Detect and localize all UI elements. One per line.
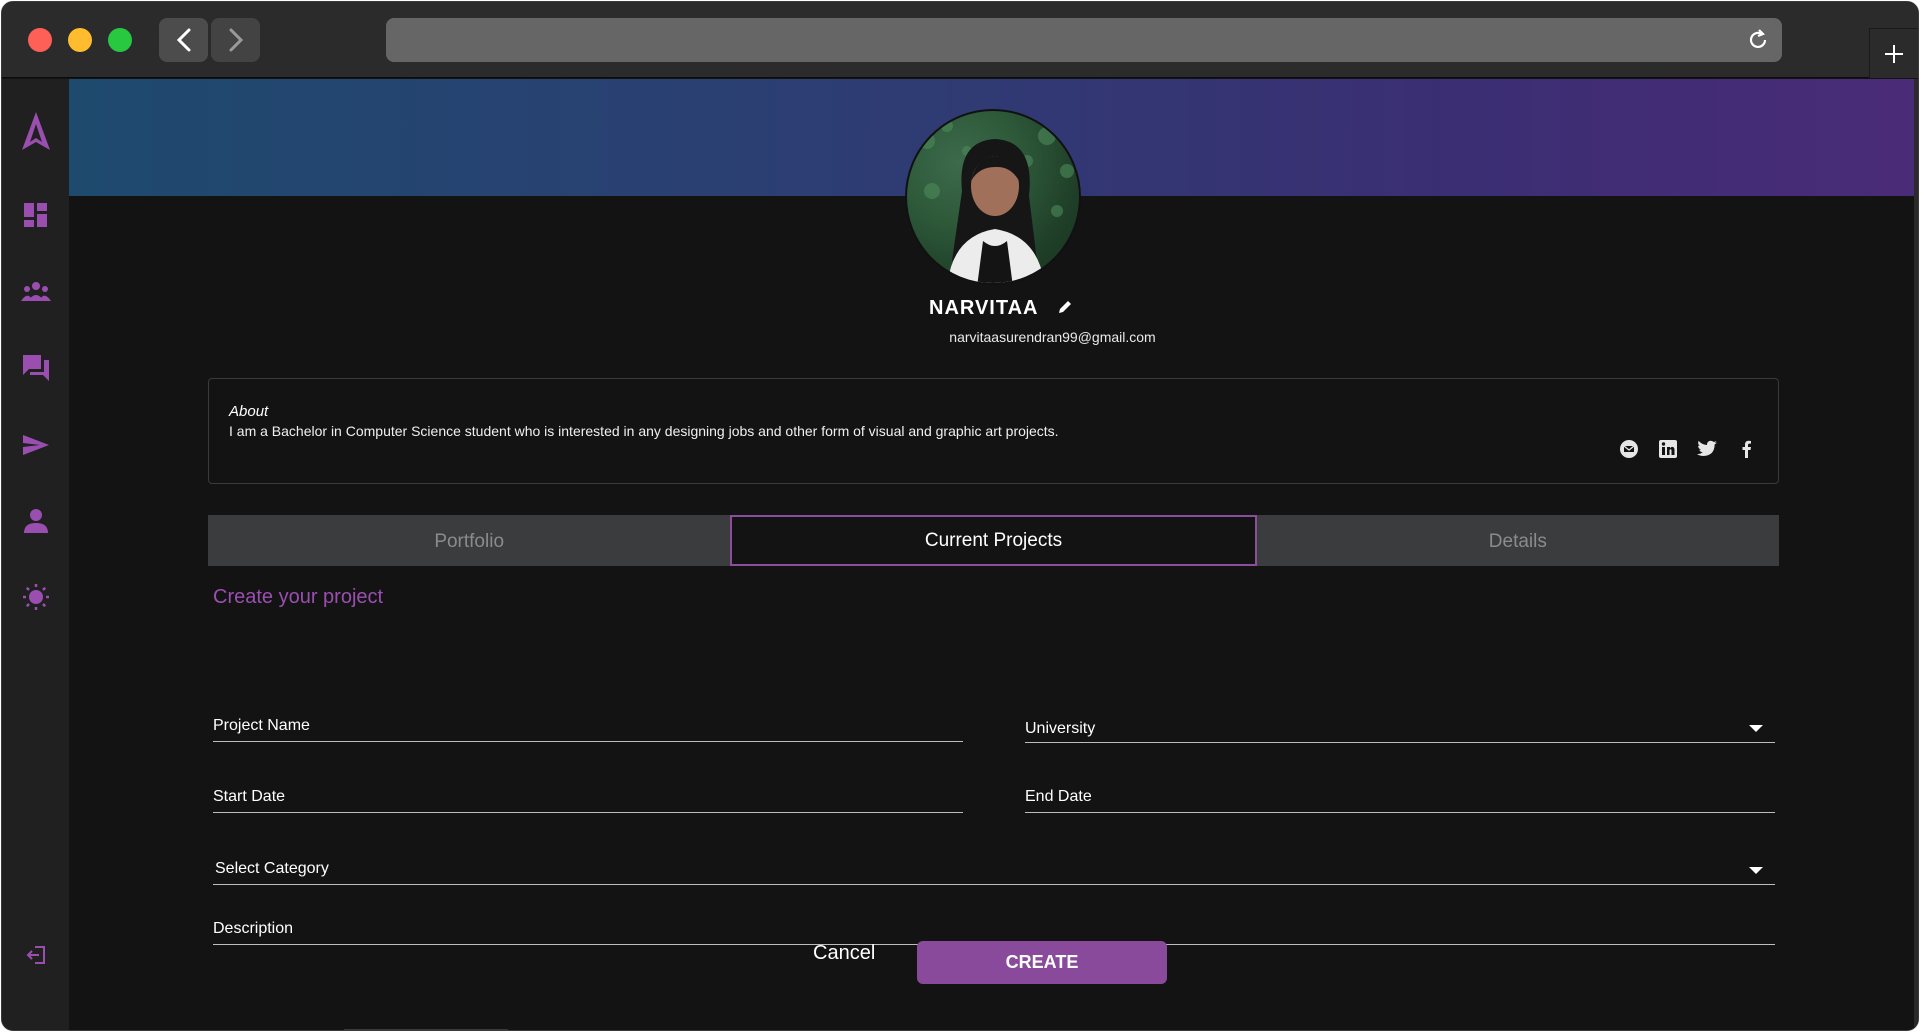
logout-icon[interactable] (20, 939, 52, 971)
chevron-right-icon (229, 28, 243, 52)
linkedin-icon[interactable] (1656, 437, 1680, 461)
chat-icon[interactable] (20, 352, 52, 384)
about-text: I am a Bachelor in Computer Science stud… (229, 423, 1059, 439)
university-label: University (1025, 720, 1096, 737)
about-title: About (229, 403, 269, 420)
minimize-window-button[interactable] (68, 28, 92, 52)
forward-button[interactable] (211, 18, 260, 62)
address-bar[interactable] (386, 18, 1782, 62)
sidebar (2, 79, 69, 1030)
send-icon[interactable] (20, 429, 52, 461)
description-label: Description (213, 920, 294, 937)
dashboard-icon[interactable] (20, 199, 52, 231)
end-date-field[interactable]: End Date (1025, 783, 1775, 813)
edit-pencil-icon[interactable] (1057, 299, 1073, 320)
tab-portfolio[interactable]: Portfolio (208, 515, 731, 566)
start-date-field[interactable]: Start Date (213, 783, 963, 813)
category-select[interactable]: Select Category (213, 855, 1775, 885)
project-name-field[interactable]: Project Name (213, 712, 963, 742)
chevron-left-icon (176, 28, 190, 52)
start-date-label: Start Date (213, 788, 286, 805)
chevron-down-icon (1749, 725, 1763, 732)
browser-window: NARVITAA narvitaasurendran99@gmail.com A… (1, 1, 1919, 1031)
groups-icon[interactable] (20, 276, 52, 308)
theme-sun-icon[interactable] (20, 581, 52, 613)
project-name-label: Project Name (213, 717, 310, 734)
reload-icon[interactable] (1746, 28, 1770, 52)
facebook-icon[interactable] (1734, 437, 1758, 461)
email-icon[interactable] (1617, 437, 1641, 461)
social-links (1617, 437, 1758, 461)
form-title: Create your project (213, 586, 384, 608)
category-label: Select Category (215, 860, 329, 877)
profile-icon[interactable] (20, 505, 52, 537)
university-select[interactable]: University (1025, 713, 1775, 743)
chevron-down-icon (1749, 867, 1763, 874)
new-tab-button[interactable] (1869, 28, 1918, 78)
avatar[interactable] (905, 109, 1081, 285)
back-button[interactable] (159, 18, 208, 62)
logo-icon[interactable] (20, 109, 52, 155)
plus-icon (1885, 44, 1903, 63)
profile-tabs: Portfolio Current Projects Details (208, 515, 1779, 566)
title-bar (2, 2, 1918, 78)
close-window-button[interactable] (28, 28, 52, 52)
twitter-icon[interactable] (1695, 437, 1719, 461)
vertical-scrollbar[interactable] (1914, 79, 1918, 1030)
profile-name: NARVITAA (929, 297, 1039, 319)
horizontal-scrollbar[interactable] (344, 1029, 508, 1030)
create-button[interactable]: CREATE (917, 941, 1167, 984)
tab-details[interactable]: Details (1256, 515, 1779, 566)
end-date-label: End Date (1025, 788, 1092, 805)
maximize-window-button[interactable] (108, 28, 132, 52)
profile-email: narvitaasurendran99@gmail.com (949, 329, 1156, 345)
cancel-button[interactable]: Cancel (813, 942, 875, 965)
tab-current-projects[interactable]: Current Projects (730, 515, 1257, 566)
about-card: About I am a Bachelor in Computer Scienc… (208, 378, 1779, 484)
main-content: NARVITAA narvitaasurendran99@gmail.com A… (69, 79, 1918, 1030)
